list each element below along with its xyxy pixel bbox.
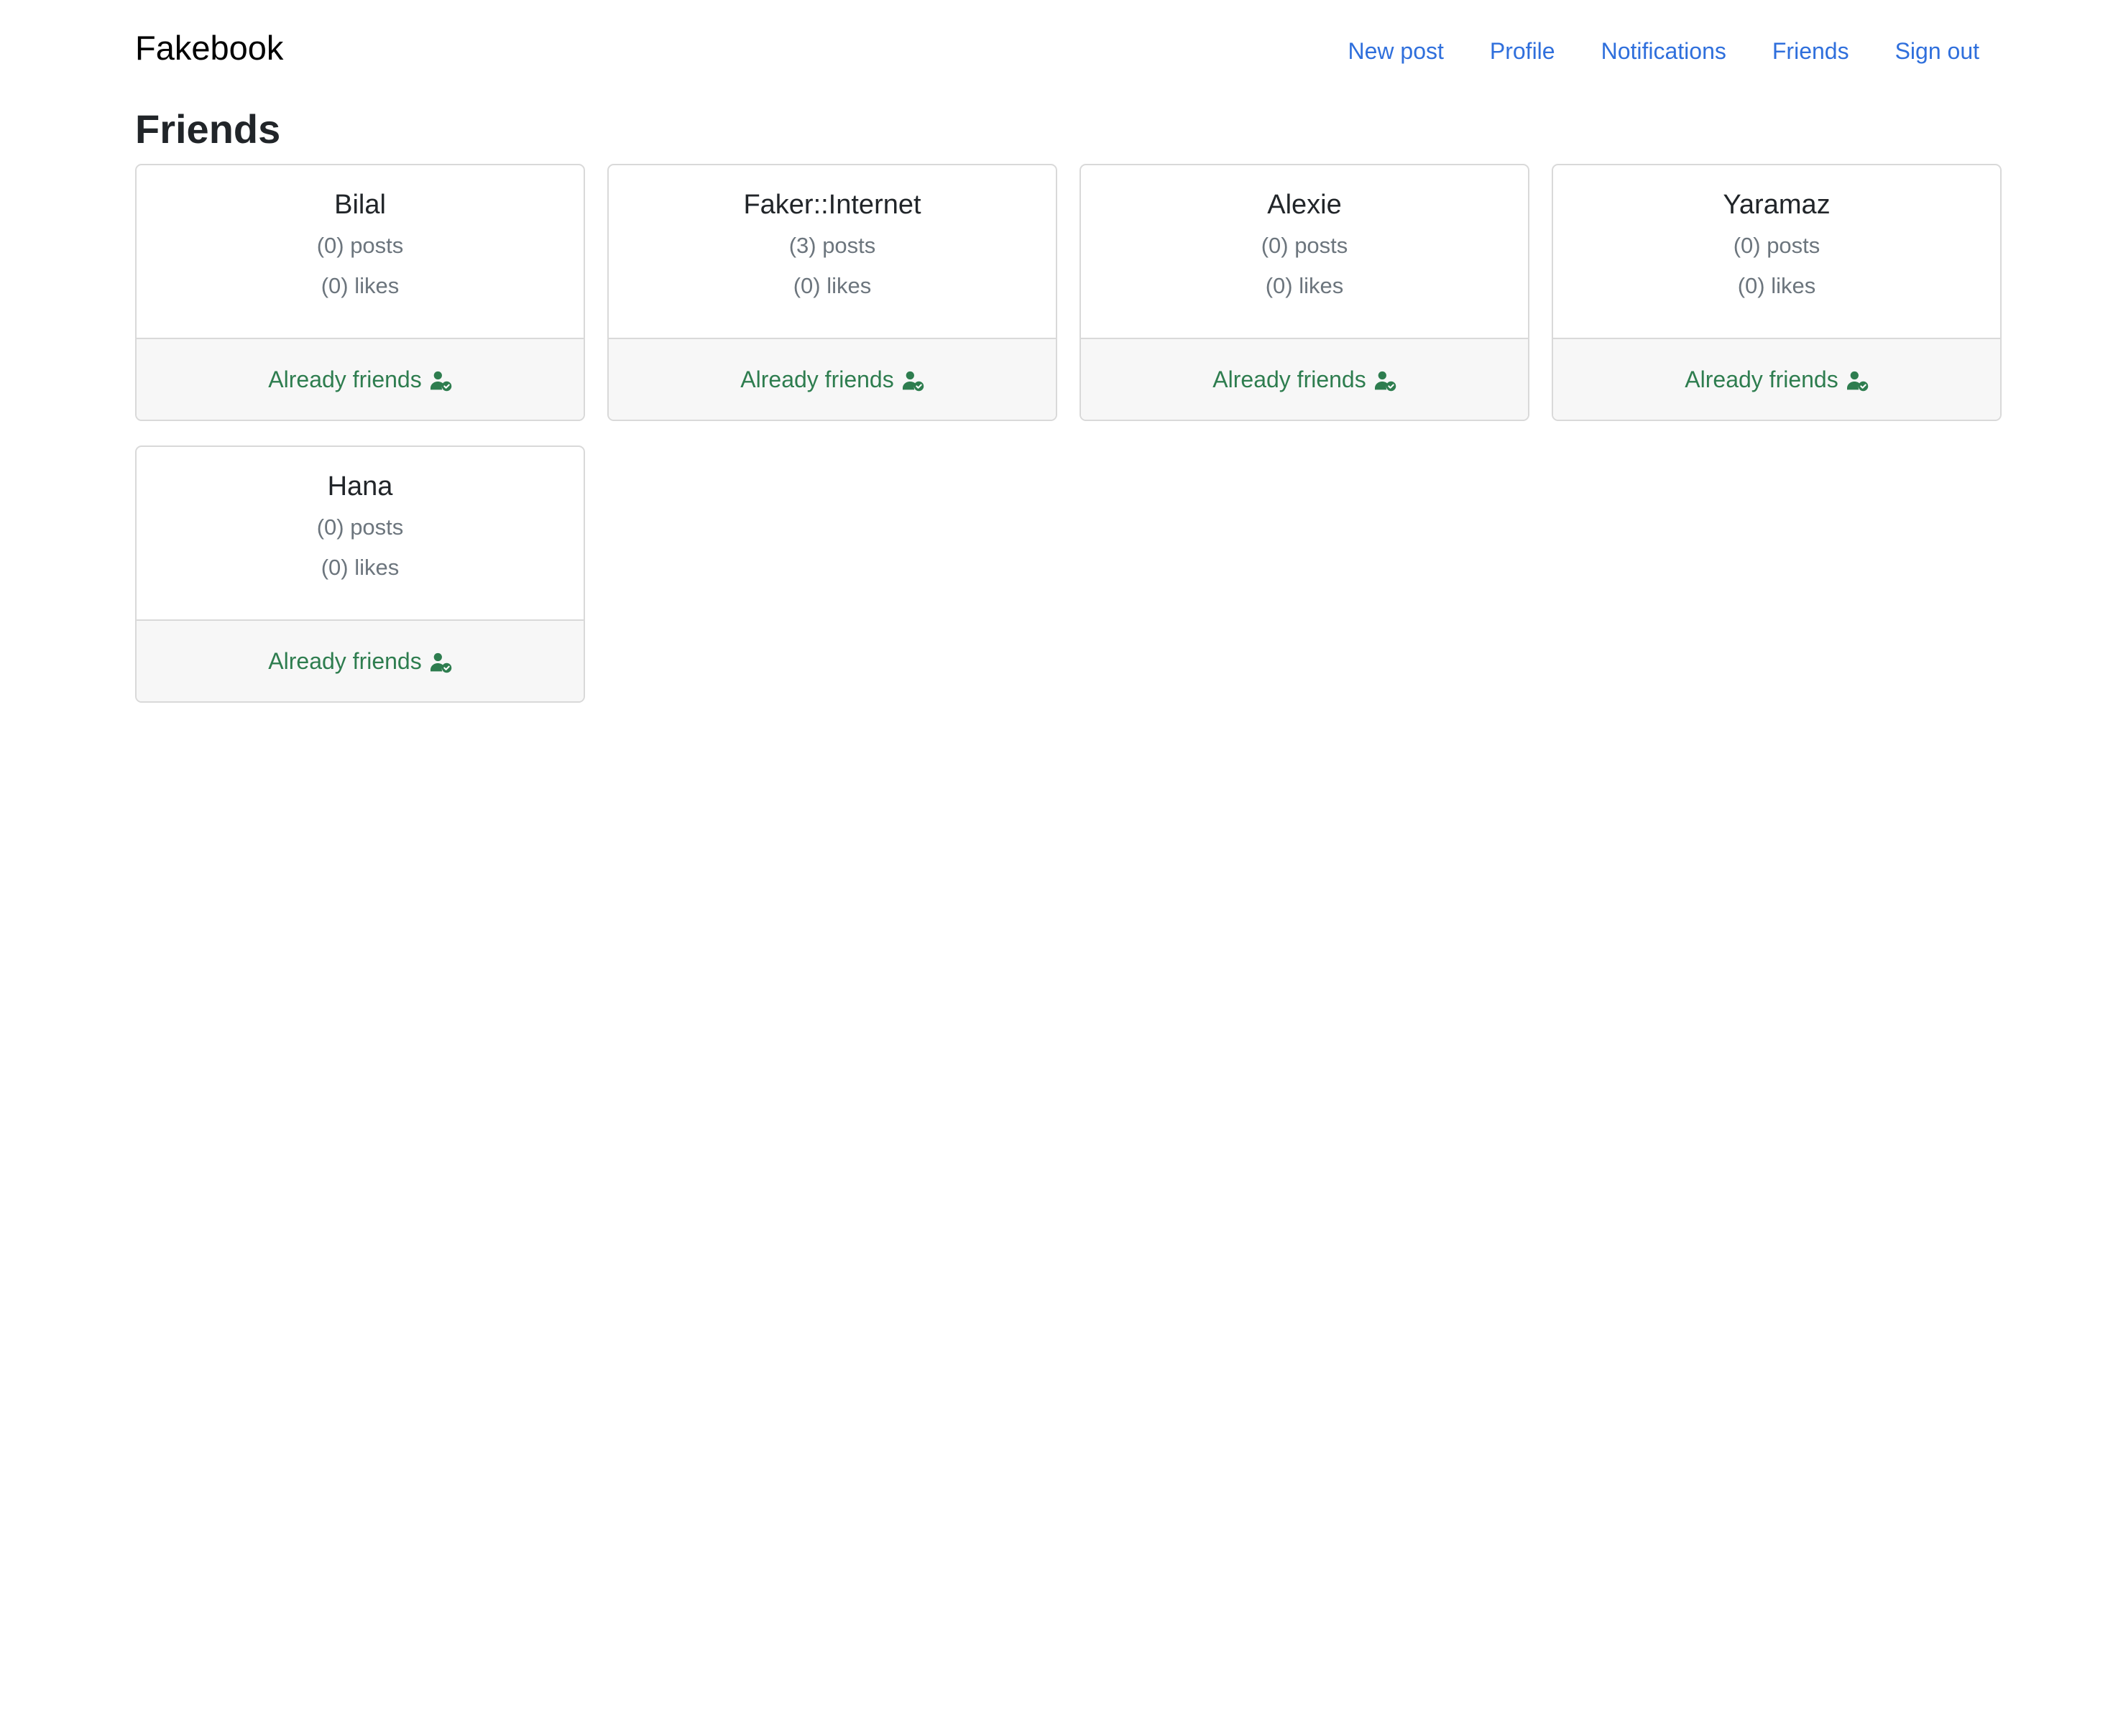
user-check-icon <box>902 371 924 392</box>
user-check-icon <box>430 652 451 673</box>
friend-card-footer: Already friends <box>137 338 584 420</box>
friend-card-footer: Already friends <box>137 619 584 701</box>
friend-posts-count: (3) posts <box>788 233 876 258</box>
nav-friends[interactable]: Friends <box>1772 38 1849 65</box>
friend-likes-count: (0) likes <box>1737 273 1816 298</box>
friend-name: Alexie <box>1267 190 1342 220</box>
friend-likes-count: (0) likes <box>793 273 872 298</box>
friend-posts-count: (0) posts <box>1733 233 1820 258</box>
friend-posts-count: (0) posts <box>1261 233 1348 258</box>
page-container: Fakebook New post Profile Notifications … <box>135 0 2002 703</box>
top-navbar: Fakebook New post Profile Notifications … <box>135 0 2001 102</box>
main-nav: New post Profile Notifications Friends S… <box>1348 38 1979 65</box>
friend-name: Yaramaz <box>1723 190 1831 220</box>
friend-card-footer: Already friends <box>1081 338 1528 420</box>
nav-new-post[interactable]: New post <box>1348 38 1443 65</box>
friend-status-label: Already friends <box>268 647 422 674</box>
friend-card-footer: Already friends <box>609 338 1056 420</box>
friends-grid: Bilal (0) posts (0) likes Already friend… <box>135 164 2002 703</box>
friend-posts-count: (0) posts <box>316 233 404 258</box>
friend-card: Hana (0) posts (0) likes Already friends <box>135 445 585 703</box>
friend-card-body: Faker::Internet (3) posts (0) likes <box>609 165 1056 338</box>
page-title: Friends <box>135 106 281 152</box>
friend-likes-count: (0) likes <box>321 273 400 298</box>
friend-posts-count: (0) posts <box>316 514 404 540</box>
nav-notifications[interactable]: Notifications <box>1601 38 1726 65</box>
user-check-icon <box>1374 371 1396 392</box>
friend-card-body: Bilal (0) posts (0) likes <box>137 165 584 338</box>
friend-name: Hana <box>327 471 393 502</box>
friend-likes-count: (0) likes <box>1265 273 1344 298</box>
user-check-icon <box>430 371 451 392</box>
friend-name: Faker::Internet <box>743 190 921 220</box>
friend-status-label: Already friends <box>1685 366 1838 392</box>
nav-profile[interactable]: Profile <box>1490 38 1555 65</box>
friend-card-body: Alexie (0) posts (0) likes <box>1081 165 1528 338</box>
friend-card-body: Yaramaz (0) posts (0) likes <box>1553 165 2000 338</box>
nav-sign-out[interactable]: Sign out <box>1895 38 1979 65</box>
friend-card: Faker::Internet (3) posts (0) likes Alre… <box>607 164 1057 421</box>
friend-likes-count: (0) likes <box>321 555 400 580</box>
friend-status-label: Already friends <box>740 366 894 392</box>
friend-card-body: Hana (0) posts (0) likes <box>137 447 584 619</box>
friend-card: Yaramaz (0) posts (0) likes Already frie… <box>1552 164 2002 421</box>
friend-status-label: Already friends <box>268 366 422 392</box>
friend-card: Bilal (0) posts (0) likes Already friend… <box>135 164 585 421</box>
friend-name: Bilal <box>334 190 386 220</box>
brand-logo-link[interactable]: Fakebook <box>135 28 283 68</box>
friend-card-footer: Already friends <box>1553 338 2000 420</box>
friend-status-label: Already friends <box>1212 366 1366 392</box>
user-check-icon <box>1846 371 1868 392</box>
friend-card: Alexie (0) posts (0) likes Already frien… <box>1079 164 1529 421</box>
